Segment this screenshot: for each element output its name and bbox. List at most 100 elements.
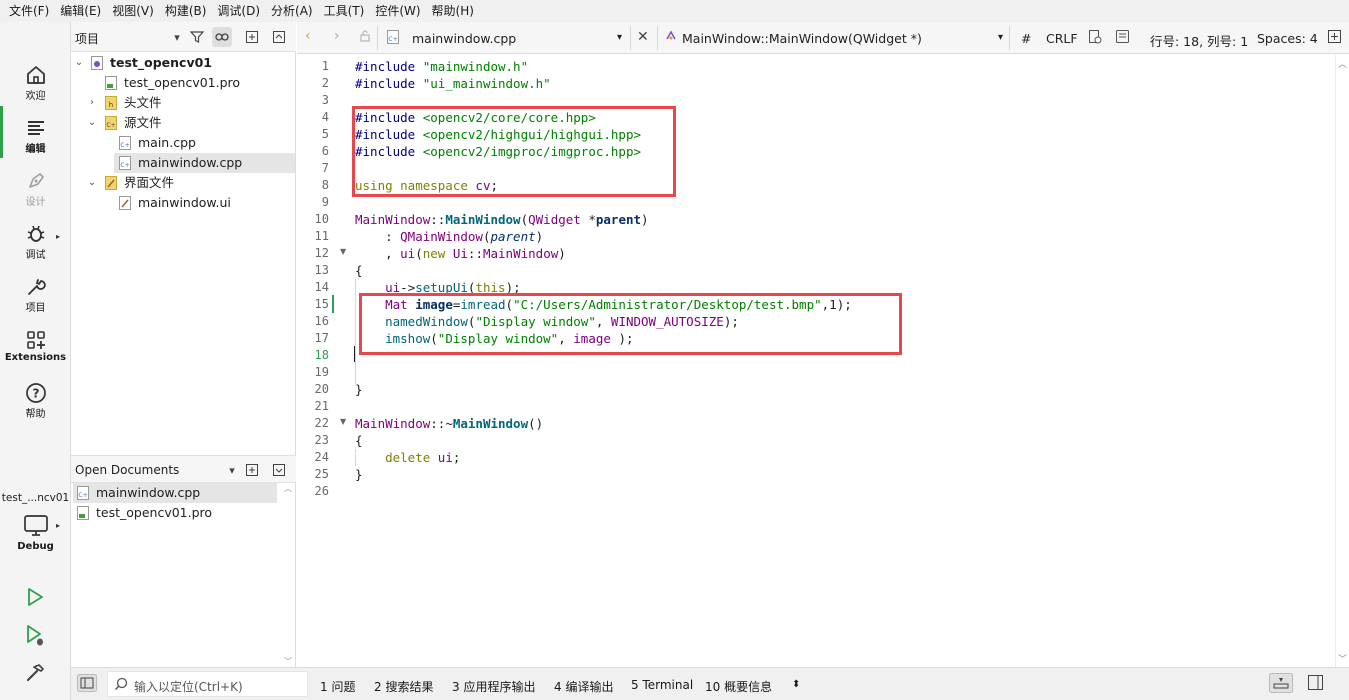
menu-analyze[interactable]: 分析(A): [266, 0, 318, 22]
line-number: 1: [321, 59, 329, 73]
toggle-right-sidebar-icon[interactable]: [1308, 675, 1324, 694]
tree-label: 头文件: [124, 95, 162, 110]
mode-design[interactable]: 设计: [0, 170, 71, 208]
menu-help[interactable]: 帮助(H): [427, 0, 479, 22]
line-number: 6: [321, 144, 329, 158]
menu-build[interactable]: 构建(B): [160, 0, 212, 22]
chevron-right-icon[interactable]: ›: [86, 93, 98, 113]
forward-arrow-icon[interactable]: ›: [334, 28, 340, 44]
tree-file-pro[interactable]: test_opencv01.pro: [71, 73, 295, 93]
scroll-down-icon[interactable]: ﹀: [1338, 652, 1347, 665]
code-line: : QMainWindow(parent): [355, 229, 544, 244]
line-number: 12: [314, 246, 329, 260]
line-number: 26: [314, 484, 329, 498]
split-panel-icon[interactable]: [242, 27, 262, 47]
chevron-down-icon[interactable]: ⌄: [86, 113, 98, 133]
code-editor[interactable]: 1 2 3 4 5 6 7 8 9 10 11 12 13 14 15 16 17 18 19 20 21 22 23 24 2…: [297, 55, 1335, 667]
mode-extensions[interactable]: Extensions: [0, 329, 71, 363]
line-ending-button[interactable]: CRLF: [1046, 31, 1078, 46]
run-button[interactable]: [24, 586, 46, 611]
line-number: 10: [314, 212, 329, 226]
line-number: 13: [314, 263, 329, 277]
file-encoding-icon[interactable]: [1089, 30, 1102, 47]
code-line: delete ui;: [385, 450, 461, 465]
run-icon: [28, 588, 43, 606]
open-document-item[interactable]: C+ mainwindow.cpp: [73, 483, 277, 503]
collapse-panel-icon[interactable]: [269, 460, 289, 480]
tree-folder-forms[interactable]: ⌄ 界面文件: [71, 173, 295, 193]
pane-search-results[interactable]: 2 搜索结果: [374, 678, 433, 695]
split-panel-icon[interactable]: [242, 460, 262, 480]
svg-text:C+: C+: [106, 122, 115, 129]
open-documents-dropdown-icon[interactable]: ▾: [222, 460, 242, 480]
menu-tools[interactable]: 工具(T): [319, 0, 370, 22]
editor-scrollbar[interactable]: ︿ ﹀: [1335, 55, 1349, 667]
close-document-icon[interactable]: ✕: [637, 29, 649, 45]
indent-guide: [355, 279, 356, 384]
close-panel-icon[interactable]: [269, 27, 289, 47]
open-documents-title[interactable]: Open Documents: [75, 463, 179, 477]
view-selector-dropdown-icon[interactable]: ▾: [167, 27, 187, 47]
pane-application-output[interactable]: 3 应用程序输出: [452, 678, 535, 695]
line-number: 21: [314, 399, 329, 413]
document-outline-icon[interactable]: [1116, 30, 1129, 46]
svg-text:C+: C+: [120, 142, 129, 149]
menu-edit[interactable]: 编辑(E): [55, 0, 106, 22]
pane-compile-output[interactable]: 4 编译输出: [554, 678, 613, 695]
debug-run-button[interactable]: [24, 624, 46, 651]
pane-issues[interactable]: 1 问题: [320, 678, 355, 695]
mode-debug-label: 调试: [25, 250, 46, 261]
ui-file-icon: [119, 196, 131, 210]
pane-general-messages[interactable]: 10 概要信息: [705, 678, 772, 695]
chevron-down-icon[interactable]: ⌄: [73, 53, 85, 73]
tree-file-main-cpp[interactable]: C+ main.cpp: [71, 133, 295, 153]
design-icon: [28, 173, 44, 188]
kit-project-name[interactable]: test_...ncv01: [0, 492, 71, 504]
back-arrow-icon[interactable]: ‹: [305, 28, 311, 44]
filter-icon[interactable]: [187, 27, 207, 47]
mode-edit[interactable]: 编辑: [0, 117, 71, 155]
current-file-dropdown[interactable]: mainwindow.cpp: [412, 31, 516, 46]
kit-selector[interactable]: Debug ▸: [0, 514, 71, 552]
indentation-setting[interactable]: Spaces: 4: [1257, 31, 1318, 46]
fold-marker-icon[interactable]: ▼: [340, 247, 346, 256]
link-editor-icon[interactable]: [212, 27, 232, 47]
file-dropdown-arrow-icon[interactable]: ▾: [617, 32, 622, 43]
progress-details-button[interactable]: [1269, 673, 1293, 696]
mode-help[interactable]: ? 帮助: [0, 382, 71, 420]
tree-file-mainwindow-cpp[interactable]: C+ mainwindow.cpp: [114, 153, 295, 173]
split-editor-icon[interactable]: [1328, 30, 1341, 46]
tree-file-ui[interactable]: mainwindow.ui: [71, 193, 295, 213]
tree-folder-headers[interactable]: › h 头文件: [71, 93, 295, 113]
symbol-dropdown[interactable]: MainWindow::MainWindow(QWidget *): [682, 31, 922, 46]
file-type-icon: C+: [387, 30, 399, 47]
project-panel-title[interactable]: 项目: [75, 30, 99, 47]
mode-welcome[interactable]: 欢迎: [0, 64, 71, 102]
symbol-dropdown-arrow-icon[interactable]: ▾: [998, 32, 1003, 43]
tree-folder-sources[interactable]: ⌄ C+ 源文件: [71, 113, 295, 133]
scroll-up-icon[interactable]: ︿: [1338, 57, 1347, 70]
more-panes-arrow-icon[interactable]: ⬍: [792, 679, 800, 690]
pro-file-icon: [105, 76, 117, 90]
menu-widgets[interactable]: 控件(W): [370, 0, 425, 22]
chevron-down-icon[interactable]: ⌄: [86, 173, 98, 193]
fold-marker-icon[interactable]: ▼: [340, 417, 346, 426]
open-documents-scrollbar[interactable]: ︿ ﹀: [281, 483, 295, 667]
tree-project-root[interactable]: ⌄ test_opencv01: [71, 53, 295, 73]
menu-view[interactable]: 视图(V): [107, 0, 159, 22]
locator-box[interactable]: 输入以定位(Ctrl+K): [107, 671, 308, 697]
hash-button[interactable]: #: [1021, 31, 1031, 46]
svg-text:?: ?: [32, 387, 39, 401]
mode-debug[interactable]: 调试 ▸: [0, 223, 71, 261]
toggle-sidebar-button[interactable]: [77, 674, 97, 695]
menu-file[interactable]: 文件(F): [4, 0, 54, 22]
line-number: 4: [321, 110, 329, 124]
menu-debug[interactable]: 调试(D): [212, 0, 265, 22]
mode-projects[interactable]: 项目: [0, 276, 71, 314]
build-button[interactable]: [24, 662, 46, 687]
cursor-position[interactable]: 行号: 18, 列号: 1: [1150, 31, 1248, 50]
open-document-item[interactable]: test_opencv01.pro: [73, 503, 277, 523]
code-line: , ui(new Ui::MainWindow): [355, 246, 566, 261]
scroll-down-icon[interactable]: ﹀: [284, 656, 292, 667]
pane-terminal[interactable]: 5 Terminal: [631, 678, 693, 692]
